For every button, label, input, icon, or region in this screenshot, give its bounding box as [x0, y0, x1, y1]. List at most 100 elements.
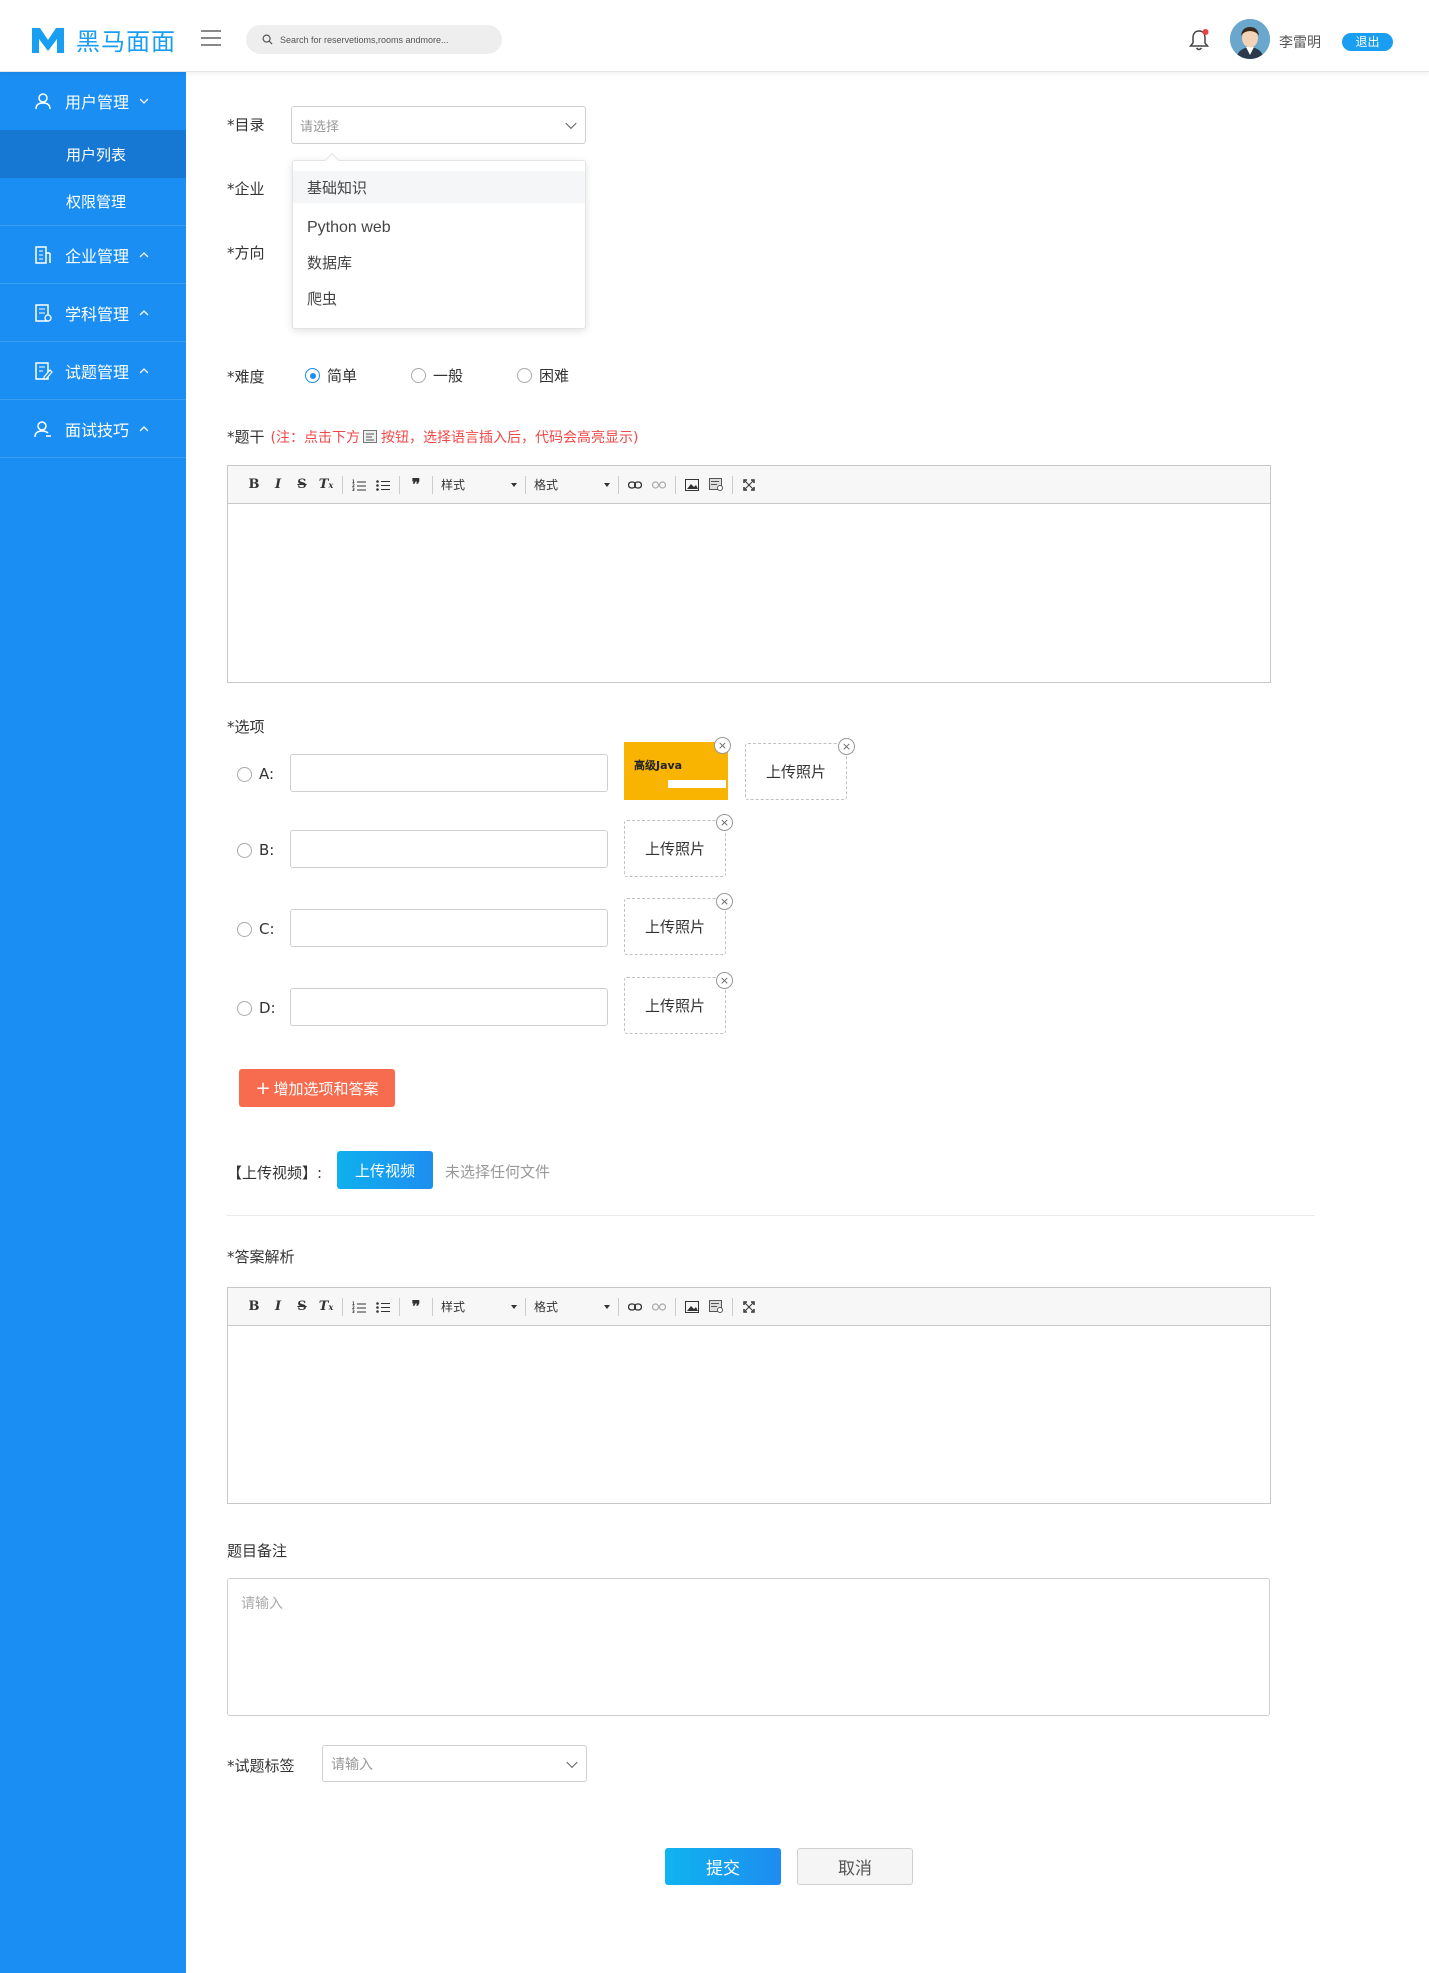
cancel-button[interactable]: 取消: [797, 1848, 913, 1885]
option-d-input[interactable]: [290, 988, 608, 1026]
ordered-list-icon[interactable]: 123: [347, 473, 371, 497]
bold-icon[interactable]: B: [242, 1295, 266, 1319]
option-c-upload-photo[interactable]: 上传照片: [624, 898, 726, 955]
tags-select[interactable]: 请输入: [322, 1745, 587, 1782]
dropdown-option[interactable]: 数据库: [293, 247, 585, 277]
stem-hint-prefix: (注：点击下方: [270, 429, 360, 446]
search-input[interactable]: Search for reservetioms,rooms andmore...: [246, 25, 502, 54]
remove-upload-icon[interactable]: ×: [838, 738, 855, 755]
strikethrough-icon[interactable]: S: [290, 1295, 314, 1319]
catalog-dropdown-menu: 基础知识 Python web 数据库 爬虫: [292, 152, 586, 329]
format-select[interactable]: 格式: [530, 1295, 614, 1319]
blockquote-icon[interactable]: ❞: [404, 1295, 428, 1319]
search-icon: [262, 34, 273, 45]
style-select[interactable]: 样式: [437, 473, 521, 497]
user-avatar[interactable]: [1230, 19, 1270, 59]
option-a-input[interactable]: [290, 754, 608, 792]
bullet-list-icon[interactable]: [371, 473, 395, 497]
sidebar-item-permissions[interactable]: 权限管理: [0, 178, 186, 226]
option-a-upload-photo[interactable]: 上传照片: [745, 743, 847, 800]
remove-image-icon[interactable]: ×: [714, 737, 731, 754]
option-b-upload-photo[interactable]: 上传照片: [624, 820, 726, 877]
strikethrough-icon[interactable]: S: [290, 473, 314, 497]
italic-icon[interactable]: I: [266, 1295, 290, 1319]
option-c-input[interactable]: [290, 909, 608, 947]
radio-label: 一般: [433, 367, 464, 385]
link-icon[interactable]: [623, 1295, 647, 1319]
option-c-radio[interactable]: C:: [237, 920, 275, 938]
link-icon[interactable]: [623, 473, 647, 497]
code-snippet-icon[interactable]: [704, 1295, 728, 1319]
code-snippet-icon[interactable]: [704, 473, 728, 497]
remove-upload-icon[interactable]: ×: [716, 814, 733, 831]
difficulty-hard-radio[interactable]: 困难: [517, 365, 569, 386]
option-b-radio[interactable]: B:: [237, 841, 274, 859]
section-divider: [227, 1215, 1315, 1216]
avatar-image: [1230, 19, 1270, 59]
format-select-label: 格式: [534, 478, 559, 492]
subject-icon: [35, 303, 52, 322]
difficulty-medium-radio[interactable]: 一般: [411, 365, 463, 386]
fullscreen-icon[interactable]: [737, 1295, 761, 1319]
style-select[interactable]: 样式: [437, 1295, 521, 1319]
option-a-image[interactable]: 高级Java: [624, 742, 728, 800]
submit-button[interactable]: 提交: [665, 1848, 781, 1885]
bullet-list-icon[interactable]: [371, 1295, 395, 1319]
image-icon[interactable]: [680, 1295, 704, 1319]
dropdown-option[interactable]: Python web: [293, 213, 585, 243]
difficulty-label: *难度: [227, 368, 265, 386]
username[interactable]: 李雷明: [1279, 32, 1321, 52]
sidebar-item-interview-tips[interactable]: 面试技巧: [0, 400, 186, 458]
stem-hint-suffix: 按钮，选择语言插入后，代码会高亮显示): [380, 429, 639, 446]
style-select-label: 样式: [441, 1300, 466, 1314]
catalog-select[interactable]: 请选择: [291, 106, 586, 144]
format-select[interactable]: 格式: [530, 473, 614, 497]
sidebar-item-label: 权限管理: [66, 193, 127, 211]
option-d-radio[interactable]: D:: [237, 999, 276, 1017]
add-option-button[interactable]: + 增加选项和答案: [239, 1069, 395, 1107]
image-icon[interactable]: [680, 473, 704, 497]
difficulty-easy-radio[interactable]: 简单: [305, 365, 357, 386]
analysis-label: *答案解析: [227, 1248, 295, 1266]
option-d-upload-photo[interactable]: 上传照片: [624, 977, 726, 1034]
brand-logo[interactable]: 黑马面面: [30, 22, 176, 57]
sidebar-item-subject-management[interactable]: 学科管理: [0, 284, 186, 342]
person-icon: [34, 420, 51, 437]
chevron-down-icon: [139, 98, 149, 104]
radio-icon: [237, 842, 252, 858]
menu-toggle-icon[interactable]: [201, 30, 221, 46]
logout-button[interactable]: 退出: [1342, 33, 1393, 51]
remove-format-icon[interactable]: Tx: [314, 1295, 338, 1319]
sidebar: 用户管理 用户列表 权限管理 企业管理 学科管理 试题管理 面试技巧: [0, 72, 186, 1973]
catalog-label: *目录: [227, 116, 265, 134]
fullscreen-icon[interactable]: [737, 473, 761, 497]
italic-icon[interactable]: I: [266, 473, 290, 497]
remove-format-icon[interactable]: Tx: [314, 473, 338, 497]
ordered-list-icon[interactable]: 123: [347, 1295, 371, 1319]
option-letter: D:: [259, 999, 276, 1017]
brand-name: 黑马面面: [76, 28, 176, 56]
stem-label: *题干: [227, 428, 265, 446]
chevron-down-icon: [565, 117, 577, 130]
option-b-input[interactable]: [290, 830, 608, 868]
dropdown-option[interactable]: 爬虫: [293, 283, 585, 313]
sidebar-item-question-management[interactable]: 试题管理: [0, 342, 186, 400]
option-a-radio[interactable]: A:: [237, 765, 274, 783]
bold-icon[interactable]: B: [242, 473, 266, 497]
sidebar-item-company-management[interactable]: 企业管理: [0, 226, 186, 284]
dropdown-option[interactable]: 基础知识: [293, 171, 585, 203]
blockquote-icon[interactable]: ❞: [404, 473, 428, 497]
remove-upload-icon[interactable]: ×: [716, 893, 733, 910]
unlink-icon[interactable]: [647, 1295, 671, 1319]
options-label: *选项: [227, 718, 265, 736]
notification-bell-icon[interactable]: [1188, 28, 1210, 52]
top-header: 黑马面面 Search for reservetioms,rooms andmo…: [0, 0, 1429, 72]
add-option-label: 增加选项和答案: [273, 1079, 379, 1098]
remark-textarea[interactable]: 请输入: [227, 1578, 1270, 1716]
video-file-status: 未选择任何文件: [445, 1163, 551, 1181]
unlink-icon[interactable]: [647, 473, 671, 497]
sidebar-item-user-management[interactable]: 用户管理: [0, 72, 186, 130]
remove-upload-icon[interactable]: ×: [716, 972, 733, 989]
sidebar-item-user-list[interactable]: 用户列表: [0, 130, 186, 178]
upload-video-button[interactable]: 上传视频: [337, 1151, 433, 1189]
